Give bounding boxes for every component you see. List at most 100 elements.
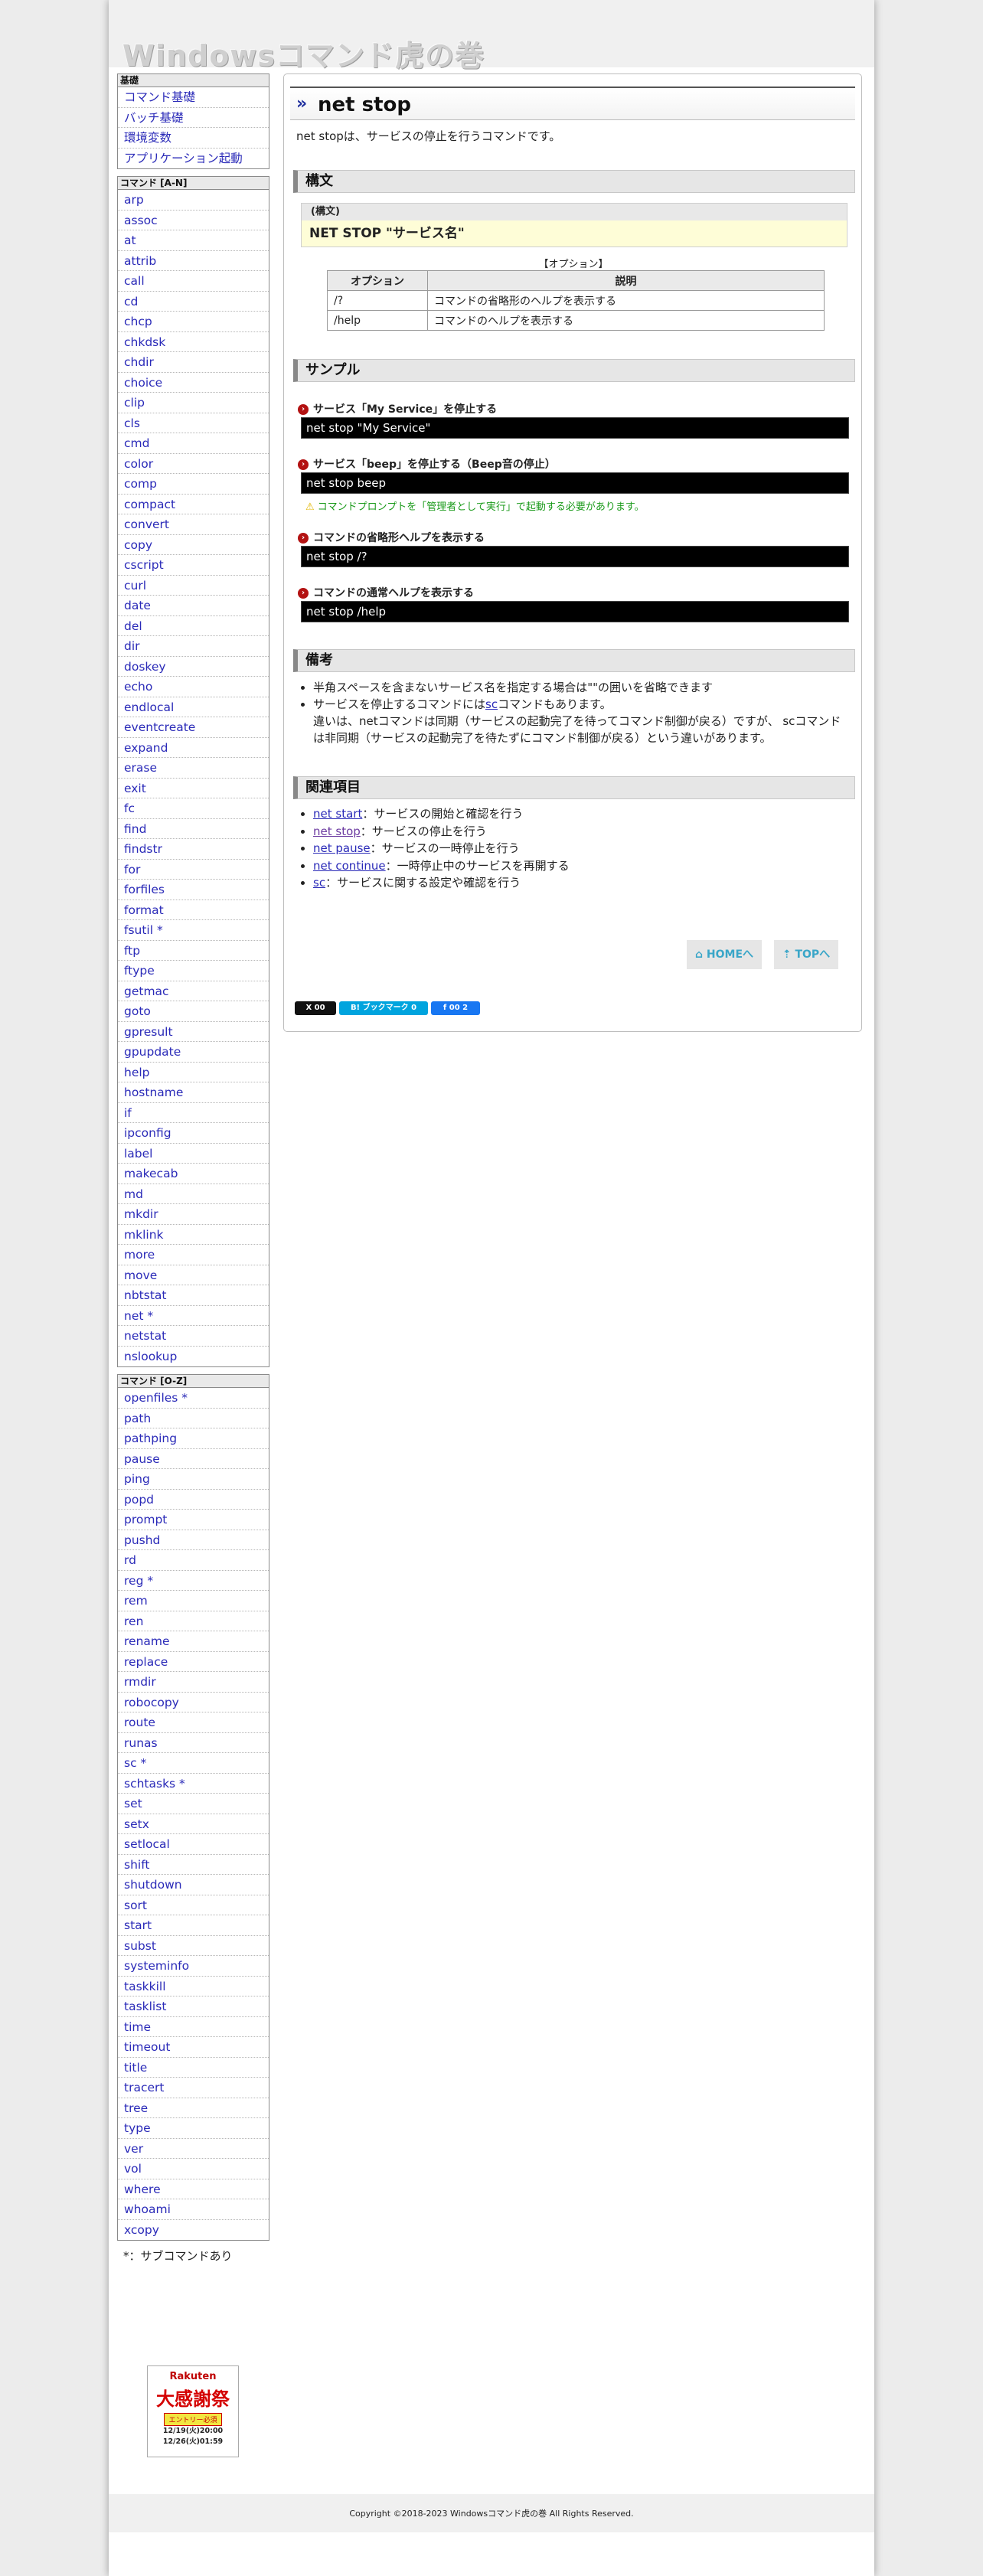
sidebar-item-net[interactable]: net * bbox=[118, 1306, 269, 1326]
sidebar-item-whoami[interactable]: whoami bbox=[118, 2199, 269, 2220]
sidebar-item-title[interactable]: title bbox=[118, 2058, 269, 2078]
sidebar-item-dir[interactable]: dir bbox=[118, 636, 269, 657]
sc-link[interactable]: sc bbox=[485, 697, 498, 711]
sidebar-item-subst[interactable]: subst bbox=[118, 1936, 269, 1956]
sidebar-item-color[interactable]: color bbox=[118, 454, 269, 474]
sidebar-item-setlocal[interactable]: setlocal bbox=[118, 1834, 269, 1855]
sidebar-item-taskkill[interactable]: taskkill bbox=[118, 1977, 269, 1996]
sidebar-item-time[interactable]: time bbox=[118, 2017, 269, 2037]
sidebar-item-mklink[interactable]: mklink bbox=[118, 1225, 269, 1245]
sidebar-item-start[interactable]: start bbox=[118, 1915, 269, 1936]
sidebar-item-hostname[interactable]: hostname bbox=[118, 1082, 269, 1103]
related-link[interactable]: sc bbox=[313, 876, 325, 890]
sidebar-item-if[interactable]: if bbox=[118, 1103, 269, 1123]
sidebar-item-goto[interactable]: goto bbox=[118, 1001, 269, 1022]
sidebar-item-set[interactable]: set bbox=[118, 1794, 269, 1814]
sidebar-item-gpresult[interactable]: gpresult bbox=[118, 1022, 269, 1042]
sidebar-item-shift[interactable]: shift bbox=[118, 1855, 269, 1875]
sidebar-item-ver[interactable]: ver bbox=[118, 2139, 269, 2159]
sidebar-item-compact[interactable]: compact bbox=[118, 495, 269, 514]
sidebar-item-prompt[interactable]: prompt bbox=[118, 1510, 269, 1530]
sidebar-item-date[interactable]: date bbox=[118, 596, 269, 616]
site-title[interactable]: Windowsコマンド虎の巻 bbox=[122, 32, 485, 74]
sidebar-item-expand[interactable]: expand bbox=[118, 738, 269, 758]
sidebar-item-getmac[interactable]: getmac bbox=[118, 981, 269, 1001]
sidebar-item-rd[interactable]: rd bbox=[118, 1550, 269, 1571]
sidebar-item-環境変数[interactable]: 環境変数 bbox=[118, 128, 269, 149]
sidebar-item-ping[interactable]: ping bbox=[118, 1469, 269, 1490]
sidebar-item-find[interactable]: find bbox=[118, 819, 269, 839]
related-link[interactable]: net continue bbox=[313, 859, 386, 873]
sidebar-item-clip[interactable]: clip bbox=[118, 393, 269, 413]
sidebar-item-chkdsk[interactable]: chkdsk bbox=[118, 332, 269, 352]
sidebar-item-ftp[interactable]: ftp bbox=[118, 941, 269, 961]
sidebar-item-sc[interactable]: sc * bbox=[118, 1753, 269, 1774]
sidebar-item-at[interactable]: at bbox=[118, 230, 269, 251]
sidebar-item-バッチ基礎[interactable]: バッチ基礎 bbox=[118, 108, 269, 128]
sidebar-item-gpupdate[interactable]: gpupdate bbox=[118, 1042, 269, 1063]
code-block[interactable]: net stop beep bbox=[301, 472, 849, 494]
sidebar-item-where[interactable]: where bbox=[118, 2179, 269, 2199]
sidebar-item-replace[interactable]: replace bbox=[118, 1652, 269, 1672]
sidebar-item-pathping[interactable]: pathping bbox=[118, 1428, 269, 1449]
x-share-button[interactable]: X 00 bbox=[295, 1001, 336, 1015]
sidebar-item-tasklist[interactable]: tasklist bbox=[118, 1996, 269, 2017]
sidebar-item-route[interactable]: route bbox=[118, 1712, 269, 1733]
sidebar-item-eventcreate[interactable]: eventcreate bbox=[118, 717, 269, 738]
sidebar-item-forfiles[interactable]: forfiles bbox=[118, 880, 269, 900]
related-link[interactable]: net pause bbox=[313, 841, 371, 855]
sidebar-item-path[interactable]: path bbox=[118, 1409, 269, 1428]
sidebar-item-sort[interactable]: sort bbox=[118, 1895, 269, 1915]
sidebar-item-nslookup[interactable]: nslookup bbox=[118, 1347, 269, 1367]
sidebar-item-tracert[interactable]: tracert bbox=[118, 2078, 269, 2098]
sidebar-item-endlocal[interactable]: endlocal bbox=[118, 697, 269, 717]
sidebar-item-rmdir[interactable]: rmdir bbox=[118, 1672, 269, 1693]
related-link[interactable]: net start bbox=[313, 807, 362, 821]
sidebar-item-more[interactable]: more bbox=[118, 1245, 269, 1265]
sidebar-item-format[interactable]: format bbox=[118, 900, 269, 920]
sidebar-item-vol[interactable]: vol bbox=[118, 2159, 269, 2179]
sidebar-item-cmd[interactable]: cmd bbox=[118, 433, 269, 454]
sidebar-item-doskey[interactable]: doskey bbox=[118, 657, 269, 677]
sidebar-item-chdir[interactable]: chdir bbox=[118, 352, 269, 373]
sidebar-item-chcp[interactable]: chcp bbox=[118, 312, 269, 332]
sidebar-item-findstr[interactable]: findstr bbox=[118, 839, 269, 860]
sidebar-item-nbtstat[interactable]: nbtstat bbox=[118, 1285, 269, 1306]
sidebar-item-echo[interactable]: echo bbox=[118, 677, 269, 697]
sidebar-item-label[interactable]: label bbox=[118, 1144, 269, 1164]
sidebar-item-xcopy[interactable]: xcopy bbox=[118, 2220, 269, 2241]
sidebar-item-type[interactable]: type bbox=[118, 2118, 269, 2139]
code-block[interactable]: net stop /help bbox=[301, 601, 849, 622]
hatena-bookmark-button[interactable]: B! ブックマーク 0 bbox=[339, 1001, 428, 1015]
sidebar-item-schtasks[interactable]: schtasks * bbox=[118, 1774, 269, 1794]
sidebar-item-netstat[interactable]: netstat bbox=[118, 1326, 269, 1347]
sidebar-item-copy[interactable]: copy bbox=[118, 535, 269, 555]
code-block[interactable]: net stop "My Service" bbox=[301, 417, 849, 439]
top-button[interactable]: ⇡ TOPへ bbox=[774, 940, 838, 969]
sidebar-item-ren[interactable]: ren bbox=[118, 1611, 269, 1631]
sidebar-item-curl[interactable]: curl bbox=[118, 576, 269, 596]
sidebar-item-assoc[interactable]: assoc bbox=[118, 211, 269, 230]
sidebar-item-cd[interactable]: cd bbox=[118, 292, 269, 312]
sidebar-item-timeout[interactable]: timeout bbox=[118, 2037, 269, 2058]
sidebar-item-tree[interactable]: tree bbox=[118, 2098, 269, 2118]
sidebar-item-comp[interactable]: comp bbox=[118, 474, 269, 495]
sidebar-item-move[interactable]: move bbox=[118, 1265, 269, 1285]
sidebar-item-choice[interactable]: choice bbox=[118, 373, 269, 393]
home-button[interactable]: ⌂ HOMEへ bbox=[687, 940, 762, 969]
sidebar-item-setx[interactable]: setx bbox=[118, 1814, 269, 1834]
sidebar-item-attrib[interactable]: attrib bbox=[118, 251, 269, 271]
sidebar-item-for[interactable]: for bbox=[118, 860, 269, 880]
sidebar-item-del[interactable]: del bbox=[118, 616, 269, 636]
sidebar-item-cscript[interactable]: cscript bbox=[118, 555, 269, 576]
sidebar-item-systeminfo[interactable]: systeminfo bbox=[118, 1956, 269, 1977]
related-link[interactable]: net stop bbox=[313, 824, 361, 838]
sidebar-item-help[interactable]: help bbox=[118, 1063, 269, 1082]
sidebar-item-rem[interactable]: rem bbox=[118, 1591, 269, 1611]
sidebar-item-popd[interactable]: popd bbox=[118, 1490, 269, 1510]
sidebar-item-アプリケーション起動[interactable]: アプリケーション起動 bbox=[118, 149, 269, 169]
sidebar-item-rename[interactable]: rename bbox=[118, 1631, 269, 1652]
sidebar-item-コマンド基礎[interactable]: コマンド基礎 bbox=[118, 87, 269, 108]
sidebar-item-pause[interactable]: pause bbox=[118, 1449, 269, 1469]
sidebar-item-fc[interactable]: fc bbox=[118, 798, 269, 819]
